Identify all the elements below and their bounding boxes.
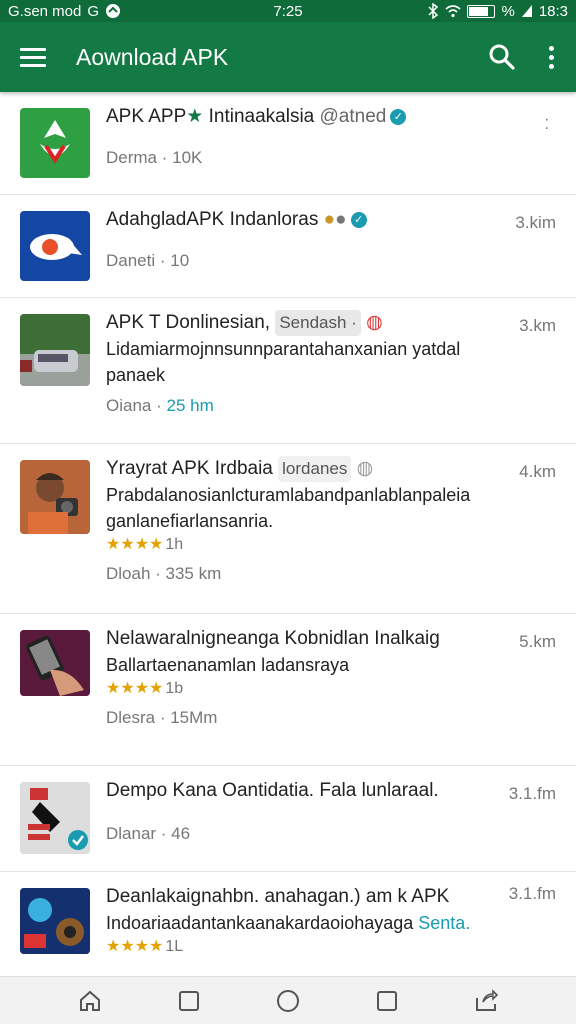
- rating-stars: ★★★★ 1h: [106, 536, 184, 553]
- rating-count: 1L: [165, 938, 184, 955]
- app-title: Aownload APK: [76, 43, 229, 70]
- screen: G.sen mod G 7:25 % 18:3 Aownload APK APK…: [0, 0, 576, 1024]
- app-icon: [20, 108, 90, 178]
- item-meta: Daneti · 10: [106, 251, 190, 270]
- search-icon[interactable]: [488, 43, 516, 71]
- item-description: Indoariaadantankaanakardaoiohayaga: [106, 913, 414, 933]
- system-nav-bar: [0, 976, 576, 1024]
- list-item[interactable]: APK APP★ Intinaakalsia @atned ✓ ⁚ Derma ·…: [0, 92, 576, 195]
- gear-icon: ●: [335, 209, 347, 230]
- item-distance: 3.1.fm: [508, 784, 556, 803]
- rating-stars: ★★★★ 1b: [106, 680, 184, 697]
- app-thumbnail: [20, 314, 90, 386]
- location-pin-icon: ◍: [366, 312, 383, 333]
- rating-count: 1b: [165, 680, 184, 697]
- item-title-continued: Intinaakalsia: [208, 106, 315, 127]
- app-thumbnail: [20, 460, 90, 534]
- item-title: AdahgladAPK Indanloras: [106, 209, 319, 230]
- item-tag: Sendash ·: [275, 310, 361, 336]
- circle-icon[interactable]: [275, 988, 301, 1014]
- verified-badge-icon: ✓: [350, 211, 367, 228]
- status-bar: G.sen mod G 7:25 % 18:3: [0, 0, 576, 22]
- item-handle: @atned: [319, 106, 387, 127]
- status-right-text: 18:3: [538, 2, 569, 20]
- item-title: Yrayrat APK Irdbaia: [106, 458, 273, 479]
- verified-badge-icon: ◍: [356, 458, 374, 479]
- carrier-label: G: [87, 2, 100, 20]
- item-distance: 4.km: [519, 462, 556, 481]
- share-icon[interactable]: [473, 988, 499, 1014]
- item-meta-prefix: Oiana ·: [106, 396, 162, 415]
- recents-icon[interactable]: [374, 988, 400, 1014]
- rating-count: 1h: [165, 536, 184, 553]
- item-meta: Dlesra · 15Mm: [106, 708, 218, 727]
- item-title: APK APP: [106, 106, 187, 127]
- item-meta: Derma · 10K: [106, 148, 203, 167]
- status-time: 7:25: [273, 2, 303, 20]
- item-meta: Dlanar · 46: [106, 824, 191, 843]
- badge-icon: ●: [323, 209, 336, 230]
- battery-icon: [467, 4, 496, 18]
- item-title: Dempo Kana Oantidatia. Fala lunlaraal.: [106, 780, 439, 801]
- item-distance: 3.kim: [515, 213, 556, 232]
- list-item[interactable]: Dempo Kana Oantidatia. Fala lunlaraal. 3…: [0, 766, 576, 872]
- item-description: Prabdalanosianlcturamlabandpanlablanpale…: [106, 485, 471, 531]
- item-distance: 3.km: [519, 316, 556, 335]
- list-item[interactable]: APK T Donlinesian, Sendash · ◍ 3.km Lida…: [0, 298, 576, 444]
- item-meta: Oiana · 25 hm: [106, 394, 556, 418]
- verified-badge-icon: ✓: [390, 108, 407, 125]
- menu-icon[interactable]: [20, 47, 46, 67]
- app-thumbnail: [20, 782, 90, 854]
- more-vert-icon[interactable]: [546, 45, 556, 69]
- app-icon: [20, 211, 90, 281]
- list-item[interactable]: Nelawaralnigneanga Kobnidlan Inalkaig 5.…: [0, 614, 576, 766]
- app-notification-icon: [106, 4, 121, 18]
- item-title: APK T Donlinesian,: [106, 312, 271, 333]
- wifi-icon: [445, 5, 461, 18]
- list-item[interactable]: AdahgladAPK Indanloras ●● ✓ 3.kim Daneti …: [0, 195, 576, 298]
- bluetooth-icon: [428, 3, 439, 19]
- item-distance: 3.1.fm: [508, 884, 556, 903]
- list-item[interactable]: Yrayrat APK Irdbaia lordanes ◍ 4.km Prab…: [0, 444, 576, 614]
- item-distance: 5.km: [519, 632, 556, 651]
- app-thumbnail: [20, 888, 90, 954]
- app-thumbnail: [20, 630, 90, 696]
- item-tag: lordanes: [278, 456, 352, 482]
- item-description: Ballartaenanamlan ladansraya: [106, 655, 350, 675]
- item-meta: Dloah · 335 km: [106, 564, 222, 583]
- item-more-icon[interactable]: ⁚: [545, 116, 550, 133]
- item-title: Deanlakaignahbn. anahagan.) am k APK: [106, 886, 450, 907]
- signal-icon: [521, 5, 532, 17]
- rating-stars: ★★★★ 1L: [106, 938, 184, 955]
- home-icon[interactable]: [77, 988, 103, 1014]
- item-meta-highlight: 25 hm: [166, 396, 214, 415]
- star-icon: ★: [186, 106, 204, 127]
- app-bar: Aownload APK: [0, 22, 576, 92]
- item-title: Nelawaralnigneanga Kobnidlan Inalkaig: [106, 628, 440, 649]
- item-link[interactable]: Senta.: [418, 913, 470, 933]
- app-list: APK APP★ Intinaakalsia @atned ✓ ⁚ Derma ·…: [0, 92, 576, 976]
- square-icon[interactable]: [176, 988, 202, 1014]
- battery-percent: %: [501, 2, 515, 20]
- item-description: Lidamiarmojnnsunnparantahanxanian yatdal…: [106, 339, 461, 385]
- list-item[interactable]: Deanlakaignahbn. anahagan.) am k APK 3.1…: [0, 872, 576, 976]
- status-left-text: G.sen mod: [8, 2, 82, 20]
